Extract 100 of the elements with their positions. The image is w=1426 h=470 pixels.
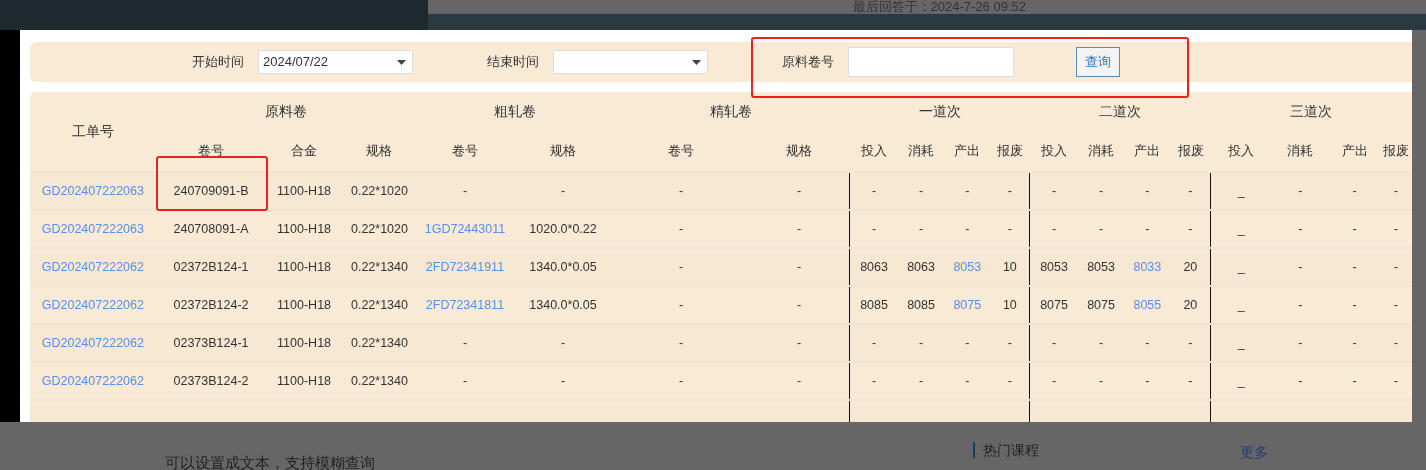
table-cell: _	[1237, 221, 1245, 236]
table-cell: -	[1298, 335, 1303, 350]
table-cell: -	[871, 221, 877, 236]
table-link[interactable]: 8055	[1133, 297, 1162, 312]
table-cell: -	[1298, 259, 1303, 274]
table-cell: -	[1352, 221, 1357, 236]
table-cell: -	[1145, 373, 1150, 388]
table-cell: -	[462, 183, 468, 198]
table-cell: 1100-H18	[277, 221, 332, 236]
table-cell: 8053	[1087, 259, 1115, 274]
table-cell: 1020.0*0.22	[529, 221, 597, 236]
column-header: 粗轧卷	[493, 101, 538, 121]
table-cell: -	[1099, 183, 1104, 198]
section-title: 热门课程	[973, 442, 1039, 458]
table-cell: -	[1007, 183, 1012, 198]
table-cell: 8063	[860, 259, 888, 274]
table-cell: -	[871, 373, 877, 388]
table-cell: -	[1352, 183, 1357, 198]
table-cell: _	[1237, 297, 1245, 312]
query-button[interactable]: 查询	[1076, 47, 1120, 77]
table-cell: -	[1298, 221, 1303, 236]
table-cell: -	[1352, 335, 1357, 350]
table-cell: -	[679, 183, 684, 198]
table-cell: -	[679, 259, 684, 274]
table-cell: -	[1298, 183, 1303, 198]
table-cell: 8085	[907, 297, 935, 312]
table-cell: -	[965, 183, 970, 198]
table-cell: -	[871, 335, 877, 350]
table-cell: -	[560, 373, 566, 388]
table-cell: 20	[1183, 259, 1198, 274]
table-cell: 0.22*1340	[350, 297, 408, 312]
table-link[interactable]: 1GD72443011	[424, 221, 506, 236]
column-header: 原料卷	[264, 101, 309, 121]
table-link[interactable]: 2FD72341811	[425, 297, 505, 312]
table-cell: -	[679, 373, 684, 388]
table-cell: 10	[1002, 297, 1017, 312]
table-cell: 0.22*1340	[350, 373, 408, 388]
column-header: 报废	[1170, 130, 1211, 172]
table-cell: -	[1099, 221, 1104, 236]
field-label: 开始时间	[192, 53, 244, 72]
table-cell: -	[871, 183, 877, 198]
table-cell: -	[679, 221, 684, 236]
table-link[interactable]: GD202407222062	[41, 259, 144, 274]
table-cell: -	[1188, 373, 1193, 388]
column-header: 报废	[990, 130, 1030, 172]
table-cell: -	[679, 335, 684, 350]
table-cell: -	[1393, 183, 1398, 198]
table-link[interactable]: 8033	[1133, 259, 1162, 274]
table-cell: -	[1298, 373, 1303, 388]
table-link[interactable]: GD202407222063	[41, 183, 144, 198]
table-cell: 0.22*1340	[350, 335, 408, 350]
comment-text: 可以设置成文本，支持模糊查询	[165, 454, 375, 470]
start-date-select[interactable]: 2024/07/22	[258, 50, 413, 74]
table-cell: 0.22*1020	[350, 221, 408, 236]
table-cell: 8075	[1040, 297, 1068, 312]
table-cell: -	[560, 335, 566, 350]
table-cell: -	[965, 335, 970, 350]
column-header: 消耗	[1077, 130, 1125, 172]
table-cell: -	[1007, 221, 1012, 236]
column-header: 一道次	[917, 101, 962, 121]
table-cell: -	[560, 183, 566, 198]
table-cell: -	[1007, 373, 1012, 388]
table-link[interactable]: GD202407222062	[41, 373, 144, 388]
table-link[interactable]: 8053	[953, 259, 982, 274]
table-cell: -	[965, 221, 970, 236]
more-link[interactable]: 更多	[1240, 442, 1268, 470]
table-cell: _	[1237, 373, 1245, 388]
table-link[interactable]: GD202407222063	[41, 221, 144, 236]
table-cell: -	[1352, 259, 1357, 274]
table-link[interactable]: 8075	[953, 297, 982, 312]
table-cell: 02372B124-1	[173, 259, 249, 274]
table-cell: -	[965, 373, 970, 388]
table-link[interactable]: GD202407222062	[41, 297, 144, 312]
table-cell: -	[1052, 373, 1057, 388]
table-cell: -	[1052, 221, 1057, 236]
table-cell: 8075	[1087, 297, 1115, 312]
table-cell: 02373B124-2	[173, 373, 249, 388]
table-cell: 8063	[907, 259, 935, 274]
coil-input-field[interactable]	[848, 47, 1014, 77]
table-cell: -	[462, 335, 468, 350]
table-cell: 20	[1183, 297, 1198, 312]
end-date-select[interactable]	[553, 50, 708, 74]
table-cell: 8053	[1040, 259, 1068, 274]
table-cell: -	[919, 183, 924, 198]
table-cell: -	[679, 297, 684, 312]
table-link[interactable]: 2FD72341911	[425, 259, 505, 274]
column-header: 产出	[1329, 130, 1380, 172]
table-cell: 02373B124-1	[173, 335, 249, 350]
column-header: 规格	[341, 130, 418, 172]
column-header: 消耗	[1271, 130, 1330, 172]
table-cell: -	[1188, 183, 1193, 198]
column-header: 产出	[1124, 130, 1171, 172]
table-cell: -	[1352, 297, 1357, 312]
column-header: 规格	[749, 130, 850, 172]
table-cell: 240709091-B	[173, 183, 249, 198]
table-cell: -	[1188, 335, 1193, 350]
table-cell: -	[1099, 373, 1104, 388]
table-cell: -	[1099, 335, 1104, 350]
column-header: 报废	[1379, 130, 1412, 172]
table-link[interactable]: GD202407222062	[41, 335, 144, 350]
